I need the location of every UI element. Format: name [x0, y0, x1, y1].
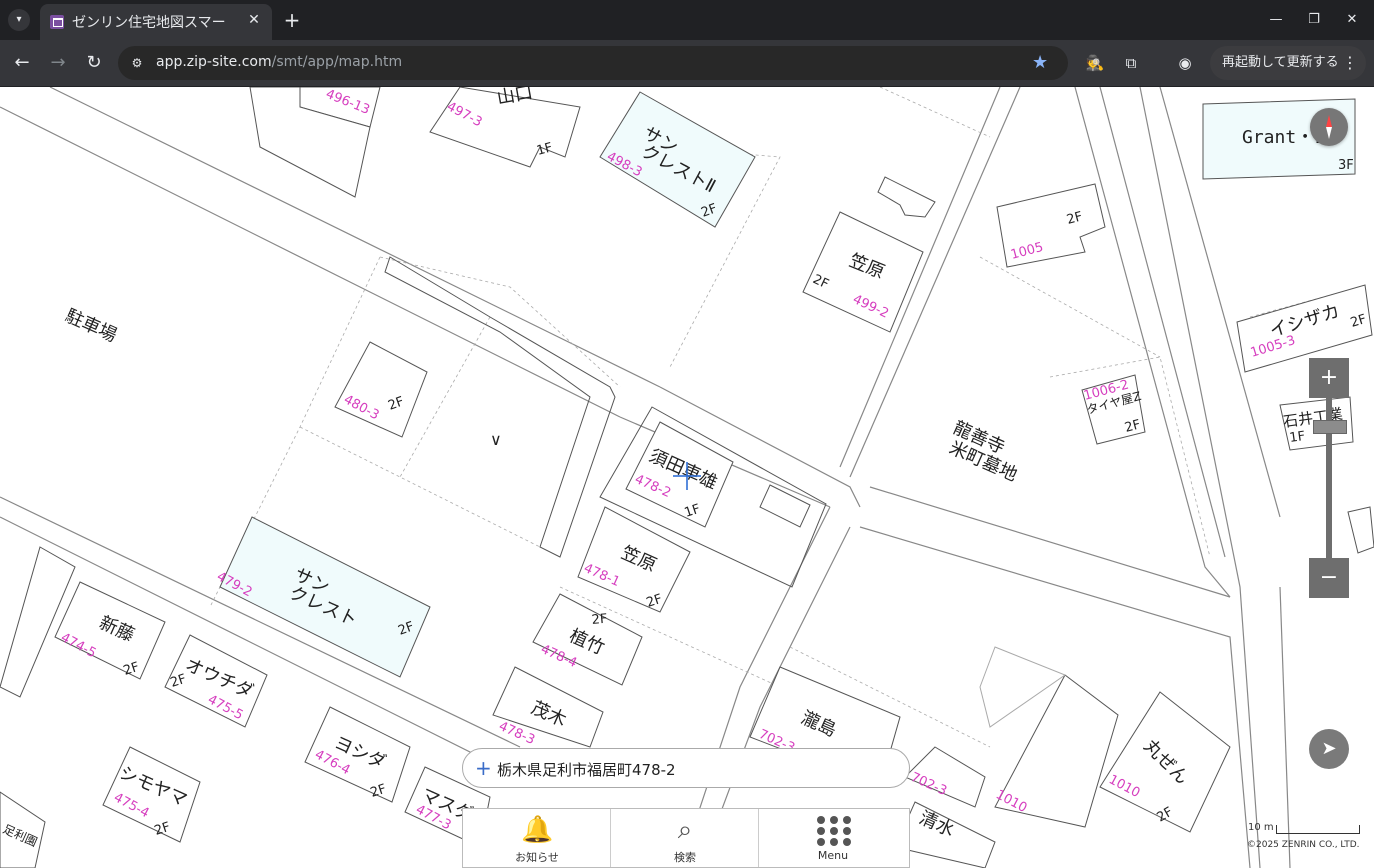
url-path: /smt/app/map.htm [271, 54, 403, 70]
reload-icon[interactable]: ↻ [82, 51, 106, 75]
zenrin-favicon-icon [50, 15, 64, 29]
grid-dots-icon [817, 816, 851, 846]
add-plus-icon[interactable]: + [475, 756, 492, 780]
nav-search-label: 検索 [674, 851, 696, 864]
relaunch-update-button[interactable]: 再起動して更新する ⋮ [1210, 46, 1366, 80]
map-scale-bar: 10 m [1248, 822, 1360, 836]
url-text: app.zip-site.com/smt/app/map.htm [156, 54, 402, 70]
scale-label: 10 m [1248, 822, 1274, 833]
extension-agent-icon[interactable]: 🕵 [1084, 52, 1106, 74]
building-small-b[interactable] [1347, 506, 1374, 554]
bottom-navigation: 🔔 お知らせ ⌕ 検索 Menu [462, 808, 910, 868]
minimize-icon[interactable]: — [1262, 8, 1290, 32]
browser-tab-bar: ▾ ゼンリン住宅地図スマー ✕ + — ❐ ✕ [0, 0, 1374, 40]
nav-menu-label: Menu [817, 849, 849, 862]
extensions-puzzle-icon[interactable]: ⧉ [1120, 52, 1142, 74]
zoom-out-button[interactable]: − [1309, 558, 1349, 598]
new-tab-button[interactable]: + [282, 8, 302, 32]
copyright-text: ©2025 ZENRIN CO., LTD. [1247, 840, 1360, 850]
address-search-box[interactable]: + 栃木県足利市福居町478-2 [462, 748, 910, 788]
address-bar[interactable]: ⚙ app.zip-site.com/smt/app/map.htm ★ [118, 46, 1068, 80]
url-domain: app.zip-site.com [156, 54, 272, 70]
zoom-slider-handle[interactable] [1313, 420, 1347, 434]
tab-search-icon[interactable]: ▾ [8, 9, 30, 31]
forward-arrow-icon[interactable]: → [46, 51, 70, 75]
zoom-in-button[interactable]: + [1309, 358, 1349, 398]
browser-toolbar: ← → ↻ ⚙ app.zip-site.com/smt/app/map.htm… [0, 40, 1374, 87]
bookmark-star-icon[interactable]: ★ [1032, 52, 1048, 73]
window-close-icon[interactable]: ✕ [1338, 8, 1366, 32]
label-parking: 駐車場 [62, 305, 120, 346]
maximize-icon[interactable]: ❐ [1300, 8, 1328, 32]
compass-icon[interactable] [1310, 108, 1348, 146]
label-uetake-floor: 2F [591, 612, 608, 628]
relaunch-label: 再起動して更新する [1222, 55, 1339, 70]
nav-menu-tab[interactable]: Menu [759, 809, 907, 867]
label-ishii-floor: 1F [1288, 429, 1306, 446]
tab-title: ゼンリン住宅地図スマー [72, 15, 226, 31]
magnifier-icon: ⌕ [677, 815, 693, 845]
nav-notice-tab[interactable]: 🔔 お知らせ [463, 809, 611, 867]
building-small-a[interactable] [877, 176, 936, 218]
site-info-icon[interactable]: ⚙ [128, 54, 146, 72]
map-center-crosshair-icon [673, 462, 701, 490]
map-canvas[interactable]: 駐車場 龍善寺 米町墓地 Grant・1 3F 山口 1F 496-13 497… [0, 87, 1374, 868]
profile-avatar-icon[interactable]: ◉ [1174, 52, 1196, 74]
building-480-3[interactable] [334, 341, 428, 438]
nav-notice-label: お知らせ [515, 851, 559, 864]
label-chevron: ∨ [490, 430, 502, 449]
back-arrow-icon[interactable]: ← [10, 51, 34, 75]
navigation-arrow-icon[interactable]: ➤ [1309, 729, 1349, 769]
bell-icon: 🔔 [521, 815, 554, 845]
building-parking-block [384, 256, 616, 558]
browser-tab[interactable]: ゼンリン住宅地図スマー ✕ [40, 4, 272, 40]
address-text: 栃木県足利市福居町478-2 [497, 761, 676, 779]
label-grant-floor: 3F [1338, 158, 1354, 173]
scale-bar-line [1276, 825, 1360, 834]
nav-search-tab[interactable]: ⌕ 検索 [611, 809, 759, 867]
more-menu-icon[interactable]: ⋮ [1342, 46, 1358, 80]
tab-close-icon[interactable]: ✕ [244, 10, 264, 30]
